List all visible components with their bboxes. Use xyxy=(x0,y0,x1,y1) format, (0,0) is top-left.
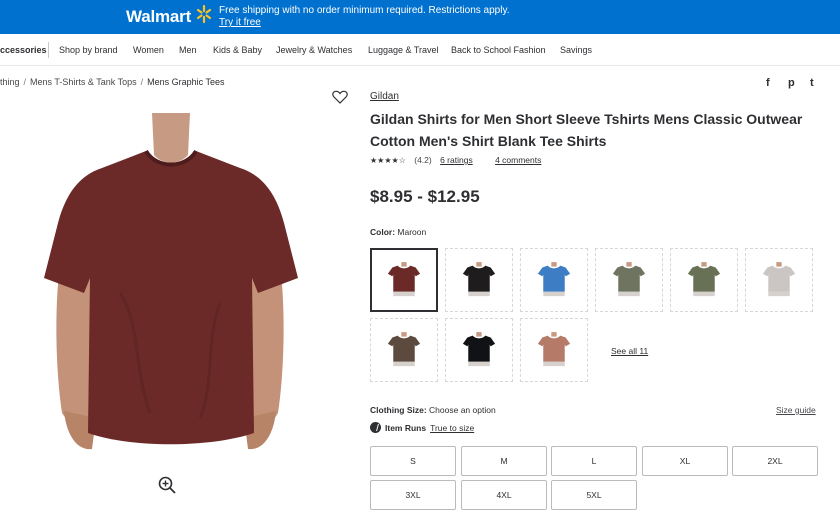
rating-summary: ★★★★☆ (4.2) 6 ratings 4 comments xyxy=(370,155,541,165)
color-label: Color: Maroon xyxy=(370,227,426,237)
size-label-value: Choose an option xyxy=(429,405,496,415)
breadcrumb-item[interactable]: thing xyxy=(0,77,20,87)
size-label-key: Clothing Size: xyxy=(370,405,427,415)
department-nav: ccessories Shop by brand Women Men Kids … xyxy=(0,34,840,66)
nav-item-accessories[interactable]: ccessories xyxy=(0,45,47,55)
breadcrumb-item[interactable]: Mens T-Shirts & Tank Tops xyxy=(30,77,137,87)
ratings-link[interactable]: 6 ratings xyxy=(440,155,473,165)
size-option-m[interactable]: M xyxy=(461,446,547,476)
size-option-xl[interactable]: XL xyxy=(642,446,728,476)
nav-item-kids-baby[interactable]: Kids & Baby xyxy=(213,45,262,55)
swatch-shirt-image xyxy=(387,332,421,367)
swatch-shirt-image xyxy=(537,262,571,297)
try-it-free-link[interactable]: Try it free xyxy=(219,17,510,29)
rating-value: (4.2) xyxy=(414,155,432,165)
item-runs: Item Runs True to size xyxy=(370,422,474,433)
swatch-shirt-image xyxy=(537,332,571,367)
nav-item-shop-by-brand[interactable]: Shop by brand xyxy=(59,45,118,55)
color-label-value: Maroon xyxy=(397,227,427,237)
size-guide-link[interactable]: Size guide xyxy=(776,405,816,415)
nav-item-luggage-travel[interactable]: Luggage & Travel xyxy=(368,45,439,55)
color-swatch-brown[interactable] xyxy=(370,318,438,382)
top-promo-bar: Walmart Free shipping with no order mini… xyxy=(0,0,840,34)
swatch-shirt-image xyxy=(612,262,646,297)
nav-item-women[interactable]: Women xyxy=(133,45,164,55)
swatch-shirt-image xyxy=(462,262,496,297)
swatch-shirt-image xyxy=(462,332,496,367)
fit-icon xyxy=(370,422,381,433)
brand-link[interactable]: Gildan xyxy=(370,91,399,102)
size-option-l[interactable]: L xyxy=(551,446,637,476)
color-swatch-rose[interactable] xyxy=(520,318,588,382)
breadcrumb-separator: / xyxy=(23,77,27,87)
color-swatch-blue[interactable] xyxy=(520,248,588,312)
swatch-shirt-image xyxy=(762,262,796,297)
size-option-s[interactable]: S xyxy=(370,446,456,476)
pinterest-icon[interactable]: p xyxy=(788,77,795,89)
color-swatch-maroon[interactable] xyxy=(370,248,438,312)
nav-item-savings[interactable]: Savings xyxy=(560,45,592,55)
product-title: Gildan Shirts for Men Short Sleeve Tshir… xyxy=(370,111,803,149)
color-swatch-black-2[interactable] xyxy=(445,318,513,382)
see-all-colors-link[interactable]: See all 11 xyxy=(611,346,648,356)
nav-item-back-to-school[interactable]: Back to School Fashion xyxy=(451,45,546,55)
breadcrumb-separator: / xyxy=(140,77,144,87)
price-range: $8.95 - $12.95 xyxy=(370,187,480,206)
zoom-icon[interactable] xyxy=(157,475,177,495)
color-swatch-black[interactable] xyxy=(445,248,513,312)
star-rating-icon: ★★★★☆ xyxy=(370,156,406,165)
walmart-logo[interactable]: Walmart xyxy=(126,7,191,27)
facebook-icon[interactable]: f xyxy=(766,77,770,89)
color-swatch-olive[interactable] xyxy=(670,248,738,312)
color-swatch-light-gray[interactable] xyxy=(745,248,813,312)
walmart-spark-icon xyxy=(196,4,212,24)
comments-link[interactable]: 4 comments xyxy=(495,155,541,165)
nav-item-jewelry-watches[interactable]: Jewelry & Watches xyxy=(276,45,352,55)
color-swatch-military-green[interactable] xyxy=(595,248,663,312)
size-option-2xl[interactable]: 2XL xyxy=(732,446,818,476)
promo-message: Free shipping with no order minimum requ… xyxy=(219,5,510,29)
swatch-shirt-image xyxy=(387,262,421,297)
breadcrumb-current[interactable]: Mens Graphic Tees xyxy=(147,77,224,87)
product-image[interactable] xyxy=(40,113,300,458)
breadcrumb: thing / Mens T-Shirts & Tank Tops / Mens Gra… xyxy=(0,77,225,87)
swatch-shirt-image xyxy=(687,262,721,297)
color-label-key: Color: xyxy=(370,227,396,237)
clothing-size-label: Clothing Size: Choose an option xyxy=(370,405,496,415)
size-option-3xl[interactable]: 3XL xyxy=(370,480,456,510)
nav-divider xyxy=(48,42,49,58)
size-option-5xl[interactable]: 5XL xyxy=(551,480,637,510)
heart-icon[interactable] xyxy=(332,90,348,104)
promo-text: Free shipping with no order minimum requ… xyxy=(219,5,510,16)
size-option-4xl[interactable]: 4XL xyxy=(461,480,547,510)
item-runs-label: Item Runs xyxy=(385,422,427,433)
true-to-size-link[interactable]: True to size xyxy=(430,423,474,433)
twitter-icon[interactable]: t xyxy=(810,77,814,89)
nav-item-men[interactable]: Men xyxy=(179,45,197,55)
